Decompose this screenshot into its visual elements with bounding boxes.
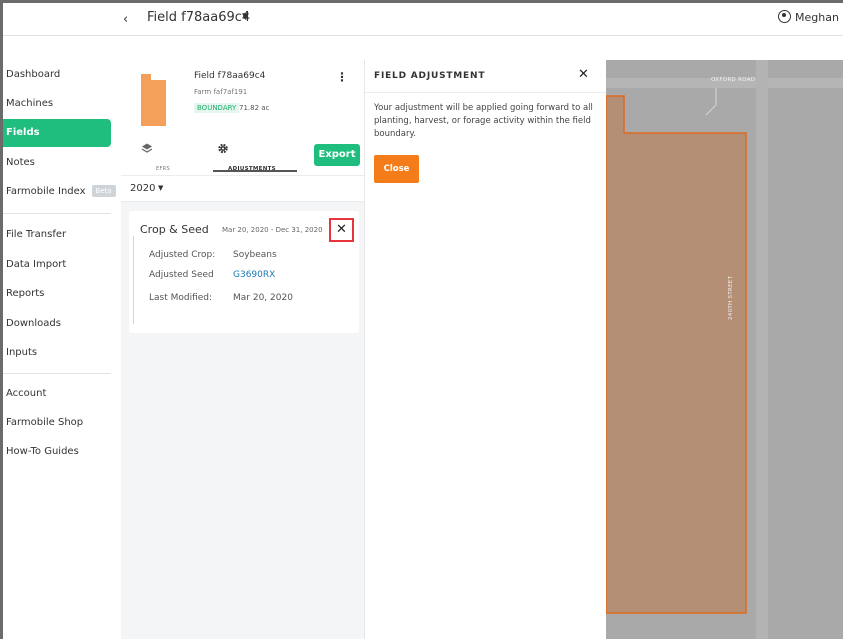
farm-name: Farm faf7af191 bbox=[194, 88, 248, 96]
sidebar-item-notes[interactable]: Notes bbox=[3, 149, 111, 177]
gear-icon bbox=[218, 143, 228, 154]
sidebar-item-label: Downloads bbox=[6, 318, 61, 329]
chevron-down-icon[interactable]: ▼ bbox=[242, 12, 249, 22]
dialog-divider bbox=[365, 92, 607, 93]
dialog-message: Your adjustment will be applied going fo… bbox=[374, 103, 593, 139]
sidebar-item-label: How-To Guides bbox=[6, 446, 79, 457]
field-shape-thumbnail bbox=[141, 74, 166, 126]
more-options-icon[interactable]: ⋮ bbox=[336, 70, 348, 84]
adjustment-date-range: Mar 20, 2020 - Dec 31, 2020 bbox=[222, 226, 323, 234]
sidebar-item-file-transfer[interactable]: File Transfer bbox=[3, 221, 111, 249]
delete-adjustment-button[interactable]: ✕ bbox=[329, 218, 354, 242]
chevron-down-icon[interactable]: ▼ bbox=[158, 184, 163, 192]
sidebar-item-label: Dashboard bbox=[6, 69, 61, 80]
user-avatar-icon bbox=[778, 10, 791, 23]
sidebar: Dashboard Machines Fields Notes Farmobil… bbox=[3, 36, 116, 639]
close-button[interactable]: Close bbox=[374, 155, 419, 183]
top-bar: ‹ Field f78aa69c4 ▼ Meghan O'E bbox=[3, 3, 843, 36]
sidebar-item-label: Data Import bbox=[6, 259, 67, 270]
app-window: ‹ Field f78aa69c4 ▼ Meghan O'E Dashboard… bbox=[0, 0, 843, 639]
adjustment-title: Crop & Seed bbox=[140, 223, 209, 236]
sidebar-item-label: Account bbox=[6, 388, 47, 399]
user-menu[interactable]: Meghan O'E bbox=[778, 10, 843, 24]
tab-efrs[interactable]: EFRS bbox=[141, 142, 185, 174]
adjusted-crop-value: Soybeans bbox=[233, 250, 277, 260]
tab-label: EFRS bbox=[156, 166, 170, 172]
sidebar-divider bbox=[3, 213, 111, 214]
sidebar-item-farmobile-shop[interactable]: Farmobile Shop bbox=[3, 409, 111, 437]
sidebar-item-inputs[interactable]: Inputs bbox=[3, 339, 111, 367]
field-header: Field f78aa69c4 Farm faf7af191 BOUNDARY … bbox=[121, 60, 364, 175]
adjusted-seed-link[interactable]: G3690RX bbox=[233, 270, 275, 280]
road-label: OXFORD ROAD bbox=[711, 77, 756, 83]
layers-icon bbox=[141, 143, 153, 153]
back-chevron-icon[interactable]: ‹ bbox=[123, 12, 128, 27]
sidebar-item-farmobile-index[interactable]: Farmobile Index Beta bbox=[3, 178, 116, 206]
sidebar-item-downloads[interactable]: Downloads bbox=[3, 310, 111, 338]
field-map[interactable]: OXFORD ROAD 240TH STREET bbox=[606, 60, 843, 639]
sidebar-item-label: Fields bbox=[6, 127, 40, 138]
sidebar-divider bbox=[3, 373, 111, 374]
field-acres: 71.82 ac bbox=[239, 104, 270, 112]
sidebar-item-label: Farmobile Index bbox=[6, 186, 86, 197]
export-button[interactable]: Export bbox=[314, 144, 360, 166]
sidebar-item-machines[interactable]: Machines bbox=[3, 90, 111, 118]
adjusted-seed-label: Adjusted Seed bbox=[149, 270, 214, 280]
field-selector-title[interactable]: Field f78aa69c4 bbox=[147, 10, 250, 25]
sidebar-item-label: Farmobile Shop bbox=[6, 417, 84, 428]
sidebar-item-reports[interactable]: Reports bbox=[3, 280, 111, 308]
field-boundary-overlay bbox=[606, 88, 747, 614]
user-name: Meghan O'E bbox=[795, 11, 843, 24]
year-selector-row: 2020 ▼ bbox=[121, 175, 364, 202]
field-panel: Field f78aa69c4 Farm faf7af191 BOUNDARY … bbox=[121, 60, 364, 639]
road-label: 240TH STREET bbox=[728, 275, 734, 320]
sidebar-item-how-to-guides[interactable]: How-To Guides bbox=[3, 438, 111, 466]
close-icon[interactable]: ✕ bbox=[578, 67, 589, 82]
card-accent-line bbox=[133, 236, 134, 324]
sidebar-item-label: File Transfer bbox=[6, 229, 67, 240]
active-tab-indicator bbox=[213, 170, 297, 172]
sidebar-item-account[interactable]: Account bbox=[3, 380, 111, 408]
boundary-badge: BOUNDARY bbox=[194, 103, 240, 113]
close-icon: ✕ bbox=[336, 222, 347, 237]
adjusted-crop-label: Adjusted Crop: bbox=[149, 250, 216, 260]
dialog-title: FIELD ADJUSTMENT bbox=[374, 71, 486, 81]
year-selector[interactable]: 2020 bbox=[130, 183, 155, 194]
sidebar-item-fields[interactable]: Fields bbox=[3, 119, 111, 147]
last-modified-value: Mar 20, 2020 bbox=[233, 293, 293, 303]
sidebar-item-data-import[interactable]: Data Import bbox=[3, 251, 111, 279]
adjustment-card: Crop & Seed Mar 20, 2020 - Dec 31, 2020 … bbox=[129, 211, 359, 333]
sidebar-item-label: Inputs bbox=[6, 347, 38, 358]
sidebar-item-dashboard[interactable]: Dashboard bbox=[3, 61, 111, 89]
last-modified-label: Last Modified: bbox=[149, 293, 213, 303]
sidebar-item-label: Notes bbox=[6, 157, 35, 168]
field-adjustment-dialog: FIELD ADJUSTMENT ✕ Your adjustment will … bbox=[364, 60, 607, 639]
field-name: Field f78aa69c4 bbox=[194, 71, 266, 81]
sidebar-item-label: Machines bbox=[6, 98, 54, 109]
sidebar-item-label: Reports bbox=[6, 288, 45, 299]
beta-badge: Beta bbox=[91, 185, 116, 197]
